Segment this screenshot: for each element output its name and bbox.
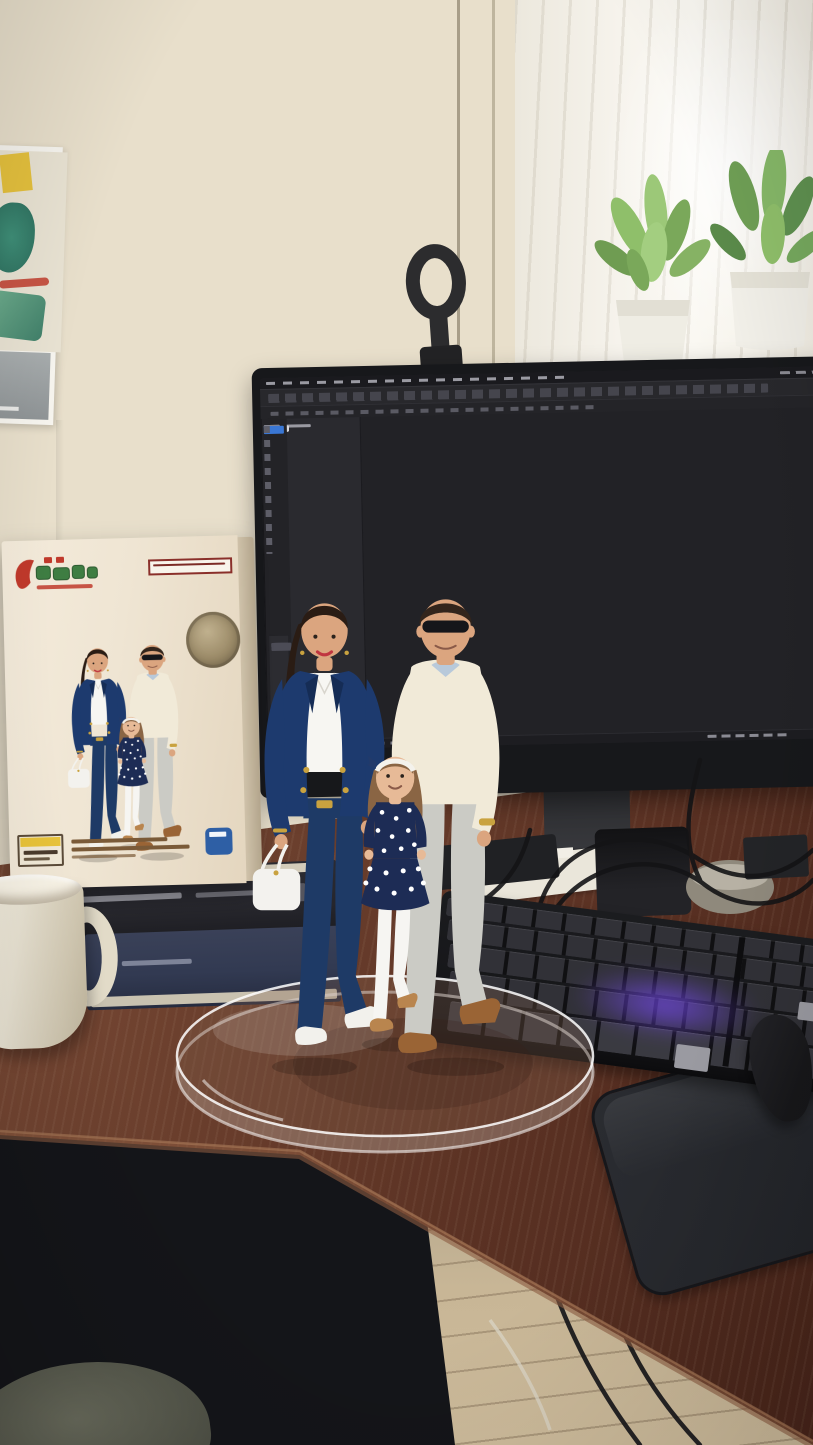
light-keycap [797,1001,813,1022]
family-figurines [168,570,592,1090]
potted-plant-left [589,173,716,366]
poster-caption-band [0,351,51,420]
status-info [707,733,787,738]
black-device [743,834,809,879]
wall-poster [0,145,63,425]
desk-scene-photo [0,0,813,1445]
light-keycap [674,1044,711,1072]
curtain-cord [492,0,495,372]
box-brand-logo [10,551,105,601]
potted-plants [568,150,813,392]
menubar-right-items [780,370,813,374]
monitor-hook [392,244,484,380]
poster-artwork [0,150,68,352]
coffee-mug [0,863,123,1068]
right-panel-icon-column [264,426,273,554]
box-corner-badge [17,834,64,867]
potted-plant-right [705,150,813,350]
speaker [594,826,691,917]
mug-body [0,881,89,1051]
